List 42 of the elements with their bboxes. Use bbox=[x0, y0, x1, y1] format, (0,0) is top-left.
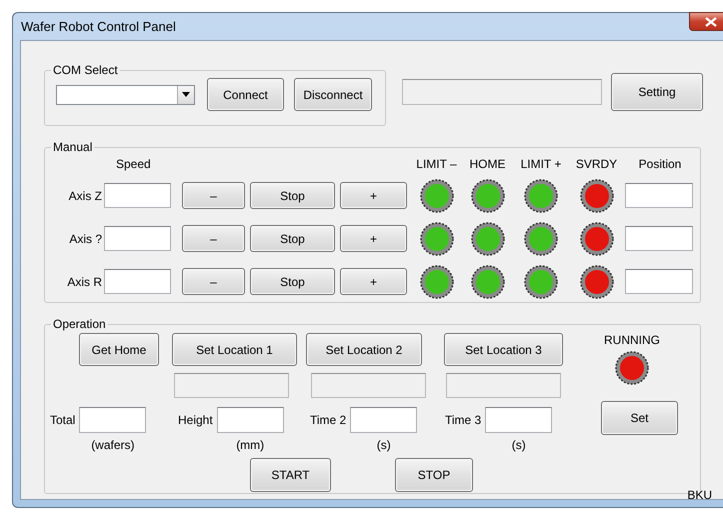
unit-label: (wafers) bbox=[91, 438, 135, 452]
column-header: LIMIT – bbox=[415, 156, 458, 173]
axis-label: Axis Z bbox=[68, 188, 103, 204]
disconnect-button[interactable]: Disconnect bbox=[294, 78, 372, 111]
axis-label: Axis ? bbox=[68, 230, 103, 248]
jog-plus-button[interactable]: + bbox=[340, 268, 407, 295]
home-button[interactable]: Get Home bbox=[79, 333, 159, 366]
jog-minus-button[interactable]: – bbox=[182, 225, 245, 252]
set-location-button[interactable]: Set Location 2 bbox=[306, 333, 422, 366]
group-label: Manual bbox=[52, 140, 94, 154]
column-header: Position bbox=[638, 156, 682, 173]
stop-button[interactable]: Stop bbox=[250, 182, 335, 209]
start-button[interactable]: START bbox=[250, 458, 331, 492]
parameter-label: Total bbox=[50, 412, 76, 429]
parameter-label: Height bbox=[178, 412, 213, 429]
column-header: LIMIT + bbox=[520, 156, 562, 173]
parameter-label: Time 2 bbox=[310, 412, 346, 429]
parameter-label: Time 3 bbox=[445, 412, 482, 429]
window-title: Wafer Robot Control Panel bbox=[21, 19, 176, 34]
jog-plus-button[interactable]: + bbox=[340, 225, 407, 252]
stop-button[interactable]: STOP bbox=[395, 458, 473, 492]
column-header: SVRDY bbox=[574, 156, 618, 173]
unit-label: (s) bbox=[512, 438, 526, 452]
group-label: Operation bbox=[52, 317, 107, 331]
set-location-button[interactable]: Set Location 3 bbox=[444, 333, 563, 366]
unit-label: (mm) bbox=[236, 438, 264, 452]
jog-plus-button[interactable]: + bbox=[340, 182, 407, 209]
axis-label: Axis R bbox=[66, 274, 103, 290]
jog-minus-button[interactable]: – bbox=[182, 268, 245, 295]
stop-button[interactable]: Stop bbox=[250, 268, 335, 295]
setting-button[interactable]: Setting bbox=[611, 73, 703, 111]
column-header: Speed bbox=[115, 156, 152, 173]
set-location-button[interactable]: Set Location 1 bbox=[172, 333, 297, 366]
stop-button[interactable]: Stop bbox=[250, 225, 335, 252]
connect-button[interactable]: Connect bbox=[207, 78, 284, 111]
column-header: HOME bbox=[468, 156, 506, 173]
set-button[interactable]: Set bbox=[601, 401, 678, 435]
jog-minus-button[interactable]: – bbox=[182, 182, 245, 209]
footer-label: BKU bbox=[687, 488, 712, 502]
group-label: COM Select bbox=[52, 63, 119, 77]
unit-label: (s) bbox=[376, 438, 391, 452]
indicator-label: RUNNING bbox=[604, 333, 660, 347]
